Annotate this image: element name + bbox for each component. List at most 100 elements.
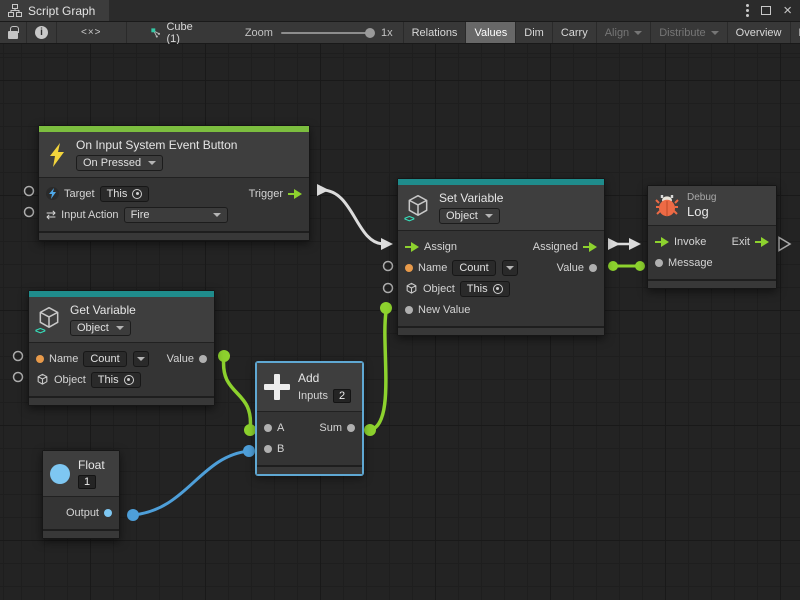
event-mode-dropdown[interactable]: On Pressed: [76, 155, 163, 171]
input-action-dropdown[interactable]: Fire: [124, 207, 228, 223]
node-float[interactable]: Float 1 Output: [42, 450, 120, 539]
output-port[interactable]: [104, 509, 112, 517]
lock-button[interactable]: [0, 22, 27, 43]
gameobject-cube-icon[interactable]: [36, 373, 49, 386]
port-label: Input Action: [61, 209, 119, 221]
variable-name-dropdown[interactable]: Count: [452, 260, 495, 276]
plus-icon: [264, 374, 290, 400]
input-action-icon[interactable]: ⇄: [46, 208, 56, 222]
node-footer: [648, 279, 776, 288]
dim-button[interactable]: Dim: [516, 22, 553, 43]
port-label: New Value: [418, 304, 470, 316]
graph-owner-icon: [151, 26, 161, 40]
target-this-chip[interactable]: This: [100, 186, 150, 202]
wire-assigned-to-invoke: [608, 238, 641, 250]
relations-button[interactable]: Relations: [403, 22, 467, 43]
chevron-down-icon: [711, 31, 719, 35]
graph-breadcrumb[interactable]: Cube (1): [141, 22, 207, 43]
port-label: Sum: [319, 422, 342, 434]
variable-scope-dropdown[interactable]: Object: [439, 208, 500, 224]
graph-canvas[interactable]: On Input System Event Button On Pressed …: [0, 44, 800, 600]
node-get-variable[interactable]: <> Get Variable Object Name Count Value: [28, 290, 215, 406]
code-preview-button[interactable]: <×>: [57, 22, 127, 43]
bug-icon: [655, 194, 679, 218]
node-title: Set Variable: [439, 191, 503, 205]
port-label: Name: [418, 262, 447, 274]
port-label: Value: [167, 353, 194, 365]
assign-input-port[interactable]: [405, 242, 419, 252]
zoom-slider-handle[interactable]: [365, 28, 375, 38]
player-input-icon[interactable]: [46, 187, 59, 200]
name-input-port[interactable]: [405, 264, 413, 272]
invoke-input-port[interactable]: [655, 237, 669, 247]
full-screen-button[interactable]: Full Screen: [791, 22, 800, 43]
assigned-output-port[interactable]: [583, 242, 597, 252]
port-label: Name: [49, 353, 78, 365]
chevron-down-icon: [634, 31, 642, 35]
inputs-count-field[interactable]: 2: [333, 389, 351, 403]
variable-cube-icon: <>: [405, 193, 431, 222]
port-label: Object: [54, 374, 86, 386]
variable-name-dropdown-button[interactable]: [133, 351, 149, 367]
chevron-down-icon: [148, 161, 156, 165]
port-label: Invoke: [674, 236, 706, 248]
overview-button[interactable]: Overview: [728, 22, 791, 43]
lightning-bolt-icon: [46, 142, 68, 168]
menu-kebab-icon[interactable]: [746, 4, 749, 17]
node-footer: [29, 396, 214, 405]
variable-name-dropdown[interactable]: Count: [83, 351, 126, 367]
node-on-input-system-event-button[interactable]: On Input System Event Button On Pressed …: [38, 125, 310, 241]
carry-button[interactable]: Carry: [553, 22, 597, 43]
inputs-label: Inputs: [298, 390, 328, 402]
chevron-down-icon: [116, 326, 124, 330]
port-row-message: Message: [648, 252, 776, 273]
exit-output-port[interactable]: [755, 237, 769, 247]
sum-output-port[interactable]: [347, 424, 355, 432]
maximize-icon[interactable]: [761, 6, 771, 15]
graph-name: Cube (1): [166, 21, 196, 45]
b-input-port[interactable]: [264, 445, 272, 453]
port-label: A: [277, 422, 284, 434]
variable-scope-dropdown[interactable]: Object: [70, 320, 131, 336]
distribute-dropdown[interactable]: Distribute: [651, 22, 727, 43]
lock-icon: [8, 31, 18, 39]
variable-name-dropdown-button[interactable]: [502, 260, 518, 276]
inspect-button[interactable]: i: [27, 22, 57, 43]
object-this-chip[interactable]: This: [91, 372, 141, 388]
float-value-field[interactable]: 1: [78, 475, 96, 489]
new-value-input-port[interactable]: [405, 306, 413, 314]
chevron-down-icon: [213, 213, 221, 217]
object-this-chip[interactable]: This: [460, 281, 510, 297]
port-row-object: Object This: [398, 278, 604, 299]
port-row-target: Target This Trigger: [39, 183, 309, 204]
wire-sum-to-newvalue: [364, 302, 392, 436]
variable-cube-icon: <>: [36, 305, 62, 334]
wire-trigger-to-assign: [317, 184, 393, 250]
tab-bar: Script Graph ×: [0, 0, 800, 22]
values-button[interactable]: Values: [466, 22, 516, 43]
name-input-port[interactable]: [36, 355, 44, 363]
float-circle-icon: [50, 464, 70, 484]
node-set-variable[interactable]: <> Set Variable Object Assign Assigned N…: [397, 178, 605, 336]
close-icon[interactable]: ×: [783, 3, 792, 18]
window-controls: ×: [746, 0, 800, 21]
value-output-port[interactable]: [589, 264, 597, 272]
port-label: B: [277, 443, 284, 455]
message-input-port[interactable]: [655, 259, 663, 267]
node-add[interactable]: Add Inputs 2 A Sum B: [256, 362, 363, 475]
gameobject-cube-icon[interactable]: [405, 282, 418, 295]
node-title: Log: [687, 204, 709, 219]
node-debug-log[interactable]: Debug Log Invoke Exit Message: [647, 185, 777, 289]
align-dropdown[interactable]: Align: [597, 22, 651, 43]
node-footer: [398, 326, 604, 335]
target-picker-icon: [493, 284, 503, 294]
tab-script-graph[interactable]: Script Graph: [0, 0, 109, 21]
node-category: Debug: [687, 192, 716, 203]
zoom-value: 1x: [381, 27, 393, 39]
a-input-port[interactable]: [264, 424, 272, 432]
port-label: Assigned: [533, 241, 578, 253]
value-output-port[interactable]: [199, 355, 207, 363]
trigger-output-port[interactable]: [288, 189, 302, 199]
zoom-slider[interactable]: [281, 32, 373, 34]
port-label: Target: [64, 188, 95, 200]
